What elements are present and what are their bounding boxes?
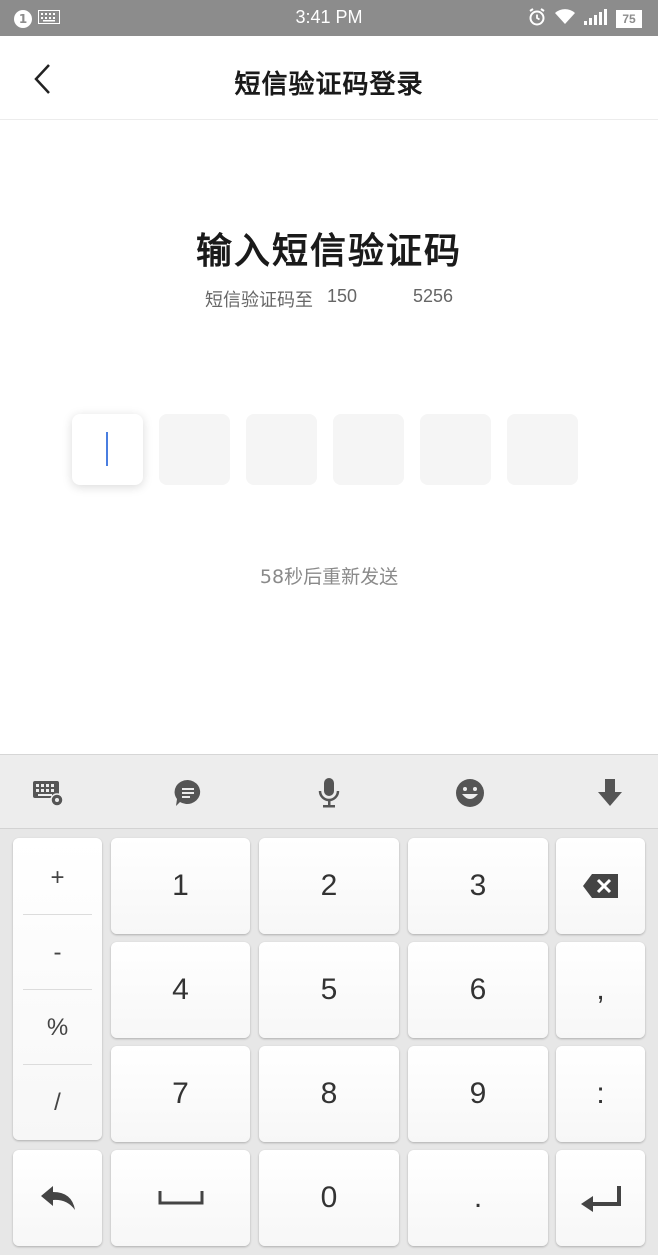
text-caret [106, 432, 108, 466]
resend-countdown: 58秒后重新发送 [259, 566, 399, 588]
key-7[interactable]: 7 [111, 1046, 250, 1142]
key-dot[interactable]: . [408, 1150, 548, 1246]
backspace-button[interactable] [556, 838, 645, 934]
code-digit-box[interactable] [333, 414, 404, 485]
code-digit-box[interactable] [246, 414, 317, 485]
status-right: 75 [528, 8, 642, 30]
alarm-icon [528, 8, 546, 30]
main-title: 输入短信验证码 [195, 231, 462, 272]
code-digit-box[interactable] [420, 414, 491, 485]
wifi-icon [554, 8, 576, 30]
sms-destination: 短信验证码至 150 5256 [0, 286, 658, 312]
emoji-icon[interactable] [452, 775, 488, 811]
masked-phone: 150 5256 [327, 286, 453, 312]
keyboard-toolbar [0, 755, 658, 829]
microphone-icon[interactable] [311, 775, 347, 811]
symbol-panel: + - % / [13, 838, 102, 1140]
code-digit-box[interactable] [507, 414, 578, 485]
key-5[interactable]: 5 [259, 942, 399, 1038]
key-comma[interactable]: , [556, 942, 645, 1038]
phone-start: 150 [326, 286, 357, 306]
undo-arrow-icon [40, 1186, 75, 1210]
page-title: 短信验证码登录 [234, 70, 424, 100]
battery-indicator: 75 [616, 10, 642, 28]
app-header: 短信验证码登录 [0, 36, 658, 120]
backspace-icon [582, 874, 618, 898]
key-9[interactable]: 9 [408, 1046, 548, 1142]
space-button[interactable] [111, 1150, 250, 1246]
hide-keyboard-icon[interactable] [592, 775, 628, 811]
undo-button[interactable] [13, 1150, 102, 1246]
key-8[interactable]: 8 [259, 1046, 399, 1142]
signal-icon [584, 9, 608, 29]
key-4[interactable]: 4 [111, 942, 250, 1038]
key-minus[interactable]: - [13, 915, 102, 990]
key-6[interactable]: 6 [408, 942, 548, 1038]
key-3[interactable]: 3 [408, 838, 548, 934]
phone-end: 5256 [413, 286, 454, 306]
space-bar-icon [158, 1191, 203, 1205]
code-input-row[interactable] [72, 414, 578, 485]
status-bar: 1 3:41 PM 75 [0, 0, 658, 36]
enter-button[interactable] [556, 1150, 645, 1246]
key-slash[interactable]: / [13, 1065, 102, 1140]
code-digit-box[interactable] [72, 414, 143, 485]
key-0[interactable]: 0 [259, 1150, 399, 1246]
key-1[interactable]: 1 [111, 838, 250, 934]
key-2[interactable]: 2 [259, 838, 399, 934]
subtitle-prefix: 短信验证码至 [204, 290, 313, 311]
enter-icon [580, 1186, 621, 1212]
clipboard-icon[interactable] [170, 775, 206, 811]
code-digit-box[interactable] [159, 414, 230, 485]
keyboard-settings-icon[interactable] [30, 775, 66, 811]
key-percent[interactable]: % [13, 990, 102, 1065]
key-colon[interactable]: : [556, 1046, 645, 1142]
key-plus[interactable]: + [13, 840, 102, 915]
